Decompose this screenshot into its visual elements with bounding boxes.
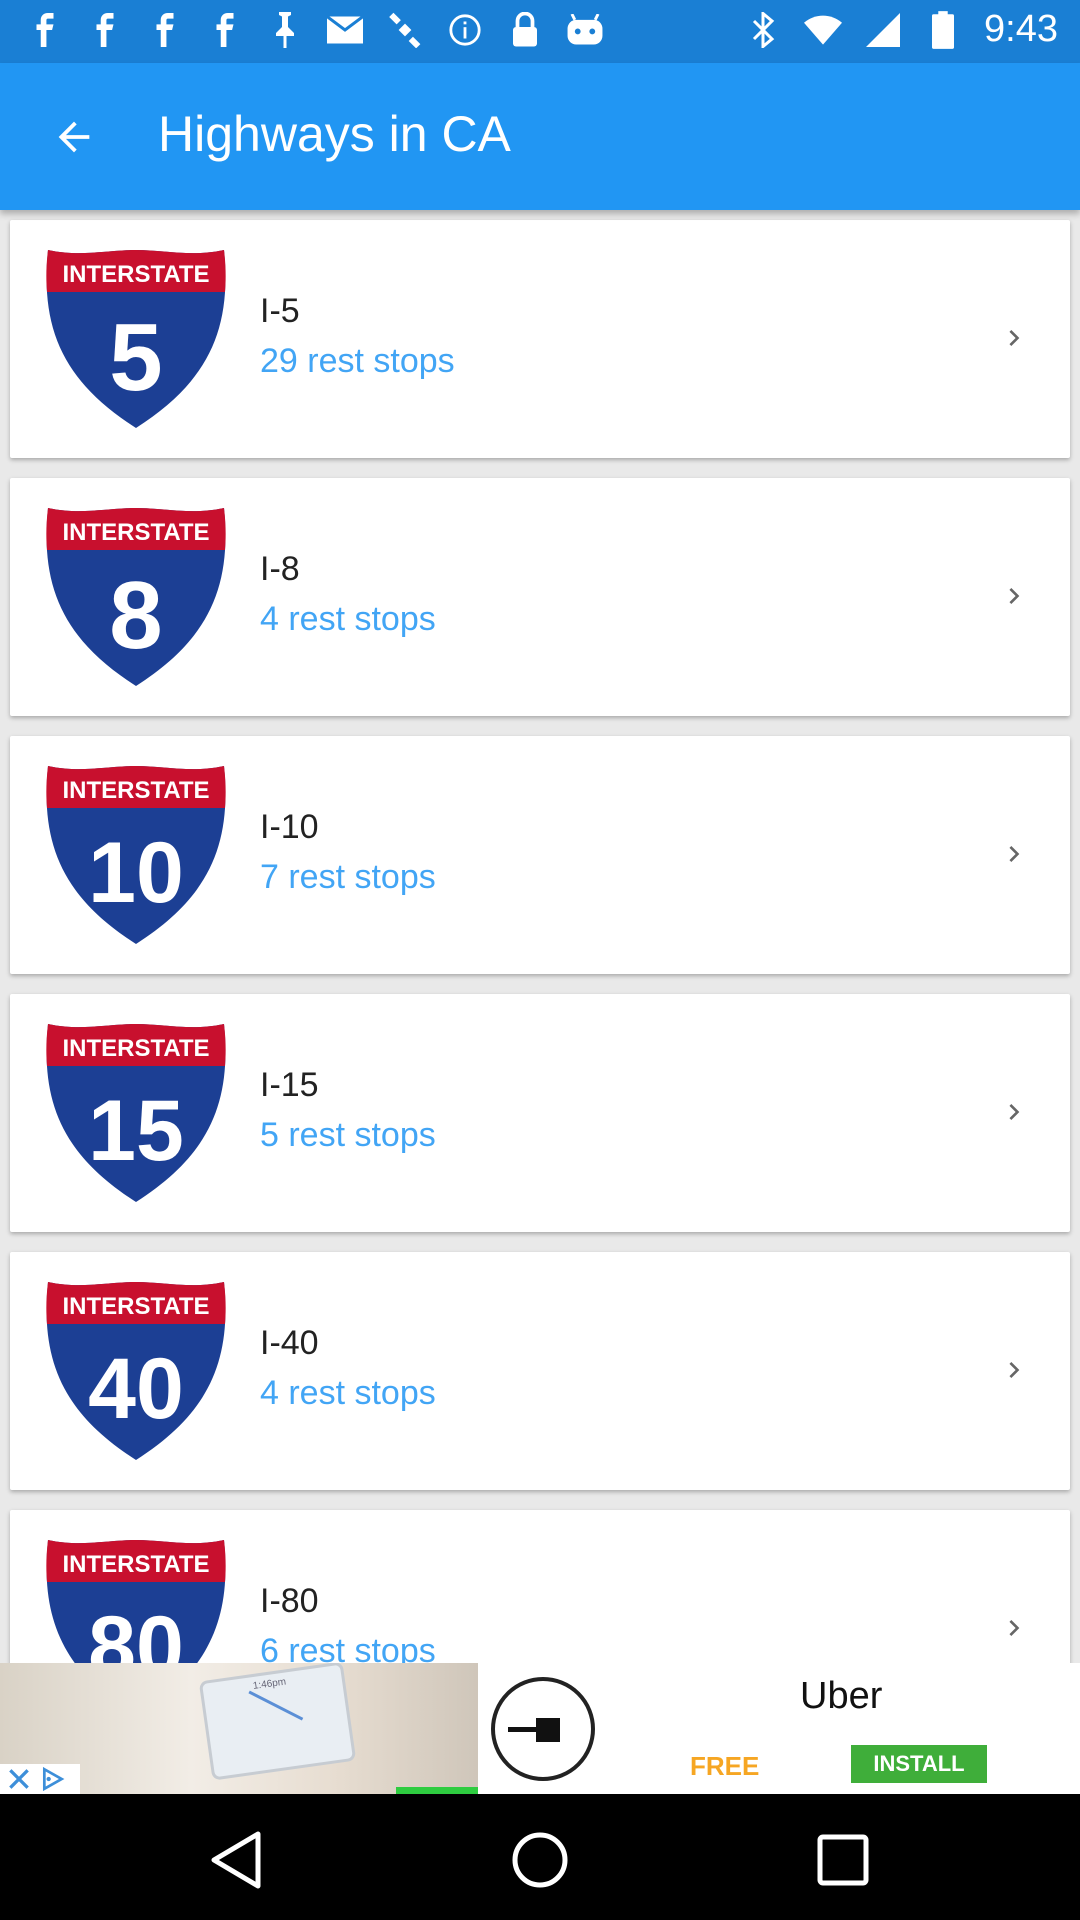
- arrow-left-icon: [58, 121, 90, 153]
- shield-number: 15: [88, 1083, 184, 1179]
- shield-header: INTERSTATE: [62, 261, 209, 288]
- chevron-right-icon: [994, 1092, 1034, 1132]
- bluetooth-icon: [744, 10, 782, 50]
- ad-brand: Uber: [800, 1675, 883, 1717]
- chevron-right-icon: [994, 318, 1034, 358]
- rest-stop-count: 7 rest stops: [260, 858, 436, 896]
- rest-stop-count: 29 rest stops: [260, 342, 455, 380]
- phone-time: 1:46pm: [252, 1676, 287, 1693]
- mail-icon: [326, 10, 364, 50]
- chevron-right-icon: [994, 834, 1034, 874]
- app-bar: Highways in CA: [0, 63, 1080, 210]
- highway-name: I-15: [260, 1066, 319, 1104]
- chevron-right-icon: [994, 1350, 1034, 1390]
- interstate-shield-icon: INTERSTATE 15: [36, 1014, 236, 1214]
- highway-item-i40[interactable]: INTERSTATE 40 I-40 4 rest stops: [10, 1252, 1070, 1490]
- ad-accent-bar: [396, 1787, 478, 1794]
- highway-item-i15[interactable]: INTERSTATE 15 I-15 5 rest stops: [10, 994, 1070, 1232]
- info-icon: [446, 10, 484, 50]
- interstate-shield-icon: INTERSTATE 10: [36, 756, 236, 956]
- close-icon[interactable]: [6, 1766, 32, 1792]
- facebook-icon: [86, 10, 124, 50]
- system-nav-bar: [0, 1794, 1080, 1920]
- shield-number: 10: [88, 825, 184, 921]
- page-title: Highways in CA: [158, 106, 511, 162]
- highway-name: I-80: [260, 1582, 319, 1620]
- android-icon: [566, 10, 604, 50]
- chevron-right-icon: [994, 1608, 1034, 1648]
- signal-icon: [864, 10, 902, 50]
- rest-stop-count: 5 rest stops: [260, 1116, 436, 1154]
- interstate-shield-icon: INTERSTATE 40: [36, 1272, 236, 1472]
- shield-header: INTERSTATE: [62, 777, 209, 804]
- clock: 9:43: [984, 8, 1058, 50]
- ad-free-label: FREE: [690, 1751, 760, 1781]
- system-status: 9:43: [744, 8, 1058, 51]
- satellite-icon: [386, 10, 424, 50]
- nav-home-button[interactable]: [500, 1820, 580, 1900]
- interstate-shield-icon: INTERSTATE 8: [36, 498, 236, 698]
- status-bar: 9:43: [0, 0, 1080, 63]
- shield-header: INTERSTATE: [62, 1293, 209, 1320]
- rest-stop-count: 4 rest stops: [260, 600, 436, 638]
- shield-header: INTERSTATE: [62, 1035, 209, 1062]
- shield-header: INTERSTATE: [62, 1551, 209, 1578]
- square-recents-icon: [817, 1834, 869, 1886]
- highway-name: I-40: [260, 1324, 319, 1362]
- pin-icon: [266, 10, 304, 50]
- circle-home-icon: [512, 1832, 568, 1888]
- nav-recents-button[interactable]: [803, 1820, 883, 1900]
- ad-banner[interactable]: 1:46pm Uber FREE INSTALL: [0, 1663, 1080, 1794]
- highway-name: I-5: [260, 292, 300, 330]
- interstate-shield-icon: INTERSTATE 5: [36, 240, 236, 440]
- install-button[interactable]: INSTALL: [851, 1745, 987, 1783]
- notification-icons: [26, 10, 604, 50]
- highway-item-i10[interactable]: INTERSTATE 10 I-10 7 rest stops: [10, 736, 1070, 974]
- nav-back-button[interactable]: [196, 1820, 276, 1900]
- shield-number: 5: [109, 304, 162, 411]
- highway-name: I-10: [260, 808, 319, 846]
- ad-controls: [0, 1764, 80, 1794]
- battery-icon: [924, 10, 962, 50]
- facebook-icon: [206, 10, 244, 50]
- phone-image: 1:46pm: [198, 1663, 357, 1781]
- lock-icon: [506, 10, 544, 50]
- facebook-icon: [26, 10, 64, 50]
- highway-item-i5[interactable]: INTERSTATE 5 I-5 29 rest stops: [10, 220, 1070, 458]
- shield-number: 40: [88, 1341, 184, 1437]
- uber-logo-icon: [478, 1663, 608, 1794]
- highway-name: I-8: [260, 550, 300, 588]
- back-button[interactable]: [40, 103, 108, 171]
- highway-item-i8[interactable]: INTERSTATE 8 I-8 4 rest stops: [10, 478, 1070, 716]
- adchoices-icon[interactable]: [38, 1766, 68, 1792]
- triangle-back-icon: [211, 1831, 261, 1889]
- facebook-icon: [146, 10, 184, 50]
- highway-list: INTERSTATE 5 I-5 29 rest stops INTERSTAT…: [10, 220, 1070, 1768]
- shield-number: 8: [109, 562, 162, 669]
- wifi-icon: [804, 10, 843, 50]
- shield-header: INTERSTATE: [62, 519, 209, 546]
- rest-stop-count: 4 rest stops: [260, 1374, 436, 1412]
- chevron-right-icon: [994, 576, 1034, 616]
